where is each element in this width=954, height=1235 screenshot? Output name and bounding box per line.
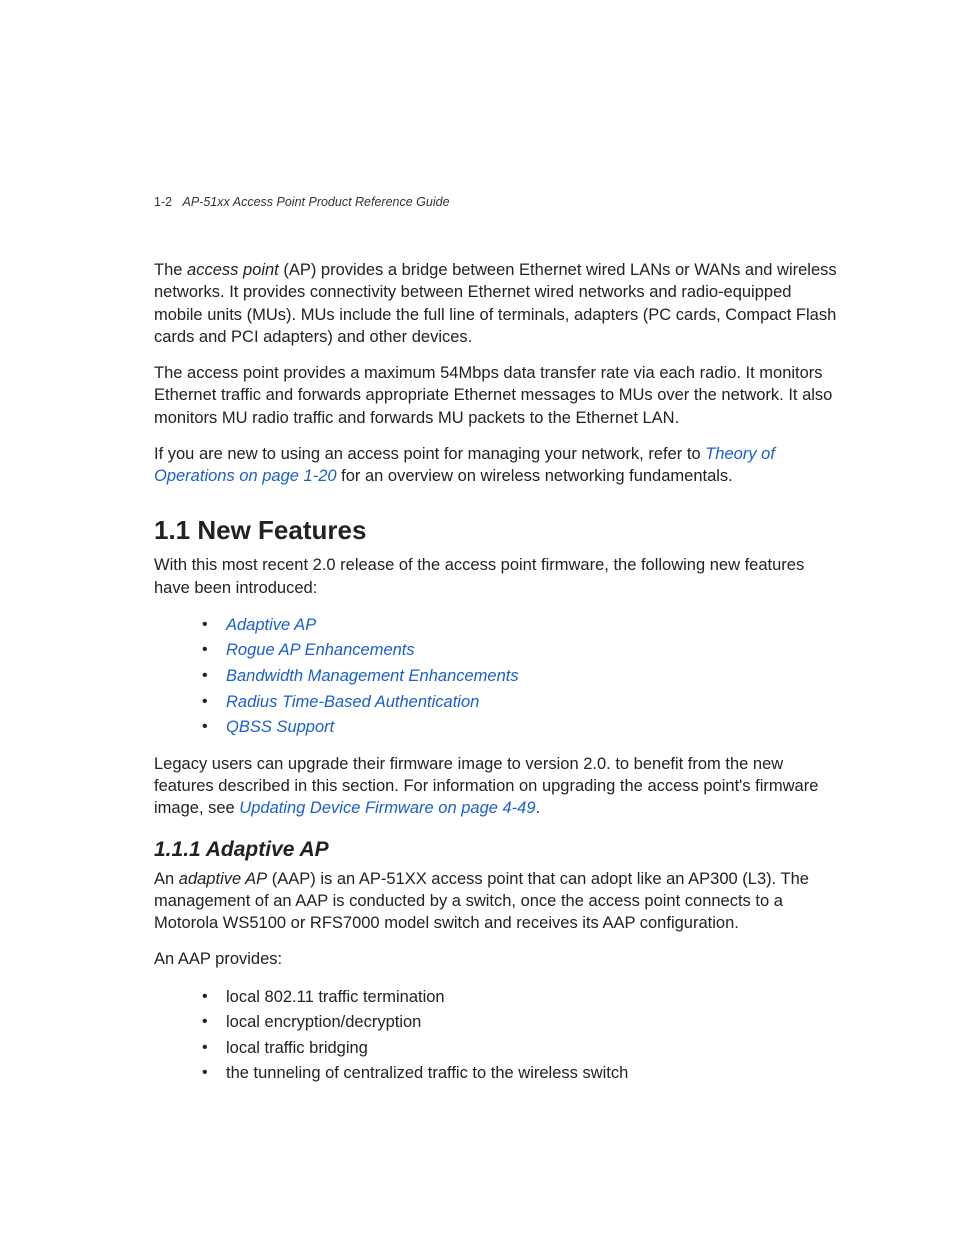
text: local 802.11 traffic termination	[226, 988, 445, 1006]
link-updating-firmware[interactable]: Updating Device Firmware on page 4-49	[239, 799, 535, 817]
intro-paragraph-3: If you are new to using an access point …	[154, 443, 844, 488]
new-features-lead: With this most recent 2.0 release of the…	[154, 554, 844, 599]
heading-new-features: 1.1 New Features	[154, 515, 844, 546]
list-item: Bandwidth Management Enhancements	[202, 664, 844, 690]
text: local encryption/decryption	[226, 1013, 421, 1031]
header-title: AP-51xx Access Point Product Reference G…	[183, 195, 450, 209]
link-radius-auth[interactable]: Radius Time-Based Authentication	[226, 693, 479, 711]
adaptive-ap-paragraph-2: An AAP provides:	[154, 948, 844, 970]
text: The	[154, 261, 187, 279]
text: An	[154, 870, 179, 888]
adaptive-ap-paragraph-1: An adaptive AP (AAP) is an AP-51XX acces…	[154, 868, 844, 935]
link-bandwidth-mgmt[interactable]: Bandwidth Management Enhancements	[226, 667, 519, 685]
list-item: the tunneling of centralized traffic to …	[202, 1061, 844, 1087]
list-item: Radius Time-Based Authentication	[202, 690, 844, 716]
list-item: Adaptive AP	[202, 613, 844, 639]
running-header: 1-2 AP-51xx Access Point Product Referen…	[154, 195, 844, 209]
intro-paragraph-1: The access point (AP) provides a bridge …	[154, 259, 844, 348]
feature-list: Adaptive AP Rogue AP Enhancements Bandwi…	[154, 613, 844, 741]
list-item: Rogue AP Enhancements	[202, 638, 844, 664]
document-page: 1-2 AP-51xx Access Point Product Referen…	[0, 0, 954, 1087]
legacy-upgrade-paragraph: Legacy users can upgrade their firmware …	[154, 753, 844, 820]
list-item: local encryption/decryption	[202, 1010, 844, 1036]
list-item: local 802.11 traffic termination	[202, 985, 844, 1011]
link-rogue-ap[interactable]: Rogue AP Enhancements	[226, 641, 415, 659]
aap-provides-list: local 802.11 traffic termination local e…	[154, 985, 844, 1087]
term-adaptive-ap: adaptive AP	[179, 870, 267, 888]
text: .	[536, 799, 541, 817]
term-access-point: access point	[187, 261, 279, 279]
link-adaptive-ap[interactable]: Adaptive AP	[226, 616, 316, 634]
link-qbss-support[interactable]: QBSS Support	[226, 718, 334, 736]
text: If you are new to using an access point …	[154, 445, 705, 463]
heading-adaptive-ap: 1.1.1 Adaptive AP	[154, 838, 844, 862]
list-item: local traffic bridging	[202, 1036, 844, 1062]
page-number: 1-2	[154, 195, 172, 209]
text: local traffic bridging	[226, 1039, 368, 1057]
list-item: QBSS Support	[202, 715, 844, 741]
text: the tunneling of centralized traffic to …	[226, 1064, 628, 1082]
intro-paragraph-2: The access point provides a maximum 54Mb…	[154, 362, 844, 429]
text: for an overview on wireless networking f…	[337, 467, 733, 485]
